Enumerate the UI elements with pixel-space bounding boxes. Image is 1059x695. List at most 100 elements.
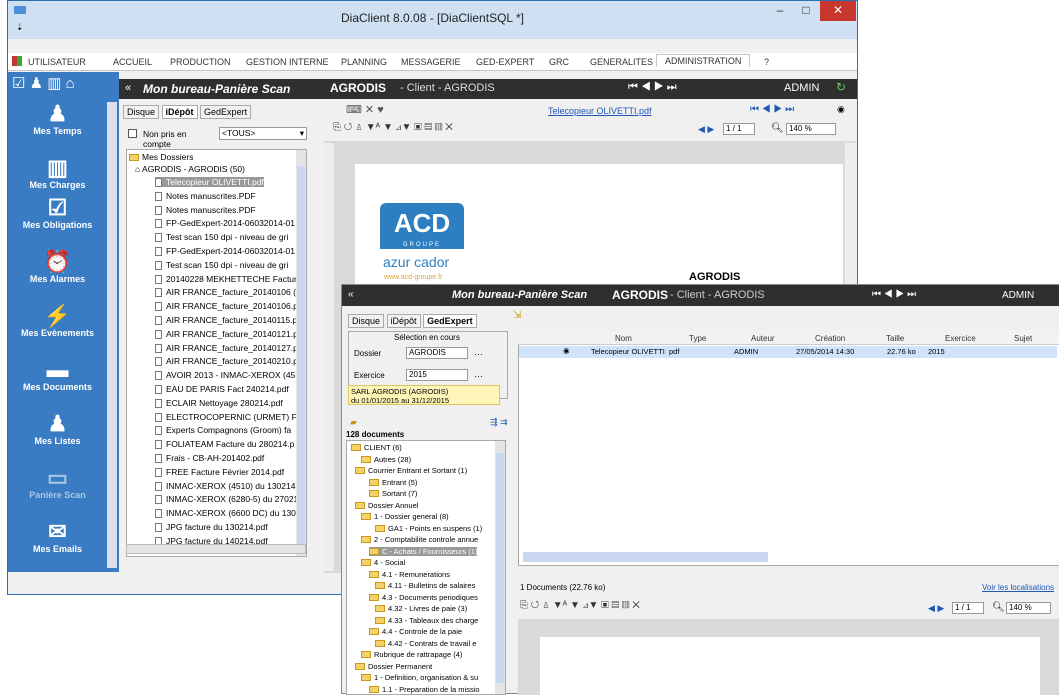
list-item[interactable]: Telecopieur OLIVETTI.pdf (155, 177, 264, 187)
tree-item[interactable]: 4.11 - Bulletins de salaires (375, 581, 475, 590)
tree-item[interactable]: Courrier Entrant et Sortant (1) (355, 466, 467, 475)
tree-item[interactable]: 4 - Social (361, 558, 405, 567)
tree-item[interactable]: CLIENT (6) (351, 443, 402, 452)
list-item[interactable]: INMAC-XEROX (6600 DC) du 1302 (155, 508, 301, 519)
menu-help[interactable]: ? (764, 57, 769, 67)
dossier-browse-button[interactable]: … (474, 347, 483, 357)
tab-idepot[interactable]: iDépôt (386, 314, 421, 328)
list-item[interactable]: AIR FRANCE_facture_20140106 (2 (155, 287, 301, 298)
viewer-left-scroll[interactable] (324, 143, 334, 571)
menu-planning[interactable]: PLANNING (341, 57, 387, 67)
add-document-icon[interactable]: ⇲ (513, 310, 521, 321)
list-item[interactable]: Test scan 150 dpi - niveau de gri (155, 260, 288, 270)
list-item[interactable]: AIR FRANCE_facture_20140127.p (155, 343, 298, 353)
list-item[interactable]: EAU DE PARIS Fact 240214.pdf (155, 384, 289, 394)
menu-ged-expert[interactable]: GED-EXPERT (476, 57, 534, 67)
table-row[interactable]: ◉ Telecopieur OLIVETTI pdf ADMIN 27/05/2… (519, 346, 1057, 358)
zoom-icon[interactable]: 🔍︎ (771, 123, 784, 134)
sidebar-item-emails[interactable]: ✉ Mes Emails (8, 520, 107, 555)
viewer-top-icons[interactable]: ⌨ ✕ ♥ (346, 103, 384, 116)
ged-tree-scrollbar[interactable] (495, 441, 505, 694)
zoom-select[interactable]: 140 % (786, 123, 836, 135)
sidebar-item-alarmes[interactable]: ⏰ Mes Alarmes (8, 250, 107, 285)
list-item[interactable]: Experts Compagnons (Groom) fa (155, 425, 291, 436)
col-sujet[interactable]: Sujet (1014, 334, 1032, 343)
list-item[interactable]: Notes manuscrites.PDF (155, 191, 256, 201)
menu-gestion-interne[interactable]: GESTION INTERNE (246, 57, 329, 67)
tree-item[interactable]: Entrant (5) (369, 478, 417, 487)
menu-utilisateur[interactable]: UTILISATEUR (28, 57, 86, 67)
list-item[interactable]: FOLIATEAM Facture du 280214.p (155, 439, 294, 450)
sidebar-item-listes[interactable]: ♟ Mes Listes (8, 412, 107, 447)
list-item[interactable]: JPG facture du 130214.pdf (155, 522, 268, 532)
list-item[interactable]: 20140228 MEKHETTECHE Facture (155, 274, 302, 284)
folder-action-icon[interactable]: ▰ (350, 417, 357, 428)
ged-zoom-select[interactable]: 140 % (1006, 602, 1051, 614)
list-item[interactable]: ELECTROCOPERNIC (URMET) Fact (155, 412, 306, 422)
sidebar-item-obligations[interactable]: ☑ Mes Obligations (8, 196, 107, 231)
tab-disque[interactable]: Disque (123, 105, 160, 119)
tree-item[interactable]: Autres (28) (361, 455, 411, 464)
grid-hscrollbar[interactable] (523, 552, 768, 562)
tree-client[interactable]: ⌂ AGRODIS - AGRODIS (50) (135, 164, 245, 174)
page-nav-icon[interactable]: ◀ ▶ (698, 124, 714, 135)
menu-accueil[interactable]: ACCUEIL (113, 57, 152, 67)
non-pris-checkbox[interactable] (128, 129, 137, 138)
refresh-icon[interactable]: ↻ (836, 80, 846, 94)
ged-viewer-toolbar-icons[interactable]: ⎘ ↺ ♙ ▼ᴬ ▼ ⊿▼ ▣ ▤ ▥ ✕ (520, 600, 640, 611)
ged-page-nav-icon[interactable]: ◀ ▶ (928, 603, 944, 614)
list-item[interactable]: Test scan 150 dpi - niveau de gri (155, 232, 288, 243)
list-item[interactable]: AIR FRANCE_facture_20140121.p (155, 329, 298, 339)
tree-item[interactable]: 4.3 - Documents periodiques (369, 593, 478, 602)
tree-item[interactable]: 4.42 - Contrats de travail e (375, 639, 476, 648)
list-item[interactable]: FP-GedExpert-2014-06032014-01 (155, 246, 295, 256)
tree-root[interactable]: Mes Dossiers (129, 152, 193, 162)
tree-item[interactable]: GA1 - Points en suspens (1) (375, 524, 482, 533)
menu-grc[interactable]: GRC (549, 57, 569, 67)
tree-item[interactable]: Dossier Permanent (355, 662, 432, 671)
sidebar-scrollbar[interactable] (107, 102, 117, 568)
list-item[interactable]: FP-GedExpert-2014-06032014-01 (155, 218, 295, 229)
tree-item[interactable]: 4.4 - Controle de la paie (369, 627, 462, 636)
sidebar-top-icons[interactable]: ☑ ♟ ▥ ⌂ (12, 74, 75, 92)
list-item[interactable]: AIR FRANCE_facture_20140210.p (155, 356, 298, 367)
tree-item[interactable]: C - Achats / Fournisseurs (1) (369, 546, 478, 556)
col-auteur[interactable]: Auteur (751, 334, 775, 343)
list-item[interactable]: Notes manuscrites.PDF (155, 205, 256, 215)
menu-administration[interactable]: ADMINISTRATION (656, 54, 751, 67)
expand-collapse-icons[interactable]: ⇶ ⇉ (490, 417, 508, 428)
app-menu-icon[interactable] (12, 56, 22, 66)
tab-gedexpert[interactable]: GedExpert (423, 314, 477, 328)
minimize-button[interactable]: – (768, 1, 792, 21)
list-item[interactable]: AIR FRANCE_facture_20140115.p (155, 315, 297, 325)
ged-zoom-icon[interactable]: 🔍︎ (992, 602, 1005, 613)
ged-record-nav-icons[interactable]: ⏮ ◀ ▶ ⏭ (872, 289, 916, 300)
sidebar-item-charges[interactable]: ▥ Mes Charges (8, 156, 107, 191)
exercice-browse-button[interactable]: … (474, 369, 483, 379)
page-field[interactable]: 1 / 1 (723, 123, 755, 135)
sidebar-item-temps[interactable]: ♟ Mes Temps (8, 102, 107, 137)
tree-item[interactable]: 4.1 - Remunerations (369, 570, 450, 579)
col-nom[interactable]: Nom (615, 334, 632, 343)
tree-hscrollbar[interactable] (126, 544, 306, 554)
eye-icon[interactable]: ◉ (837, 104, 845, 115)
collapse-icon[interactable]: « (348, 289, 354, 300)
sidebar-item-evenements[interactable]: ⚡ Mes Evènements (8, 304, 107, 339)
maximize-button[interactable]: □ (794, 1, 818, 21)
list-item[interactable]: Frais - CB-AH-201402.pdf (155, 453, 264, 463)
menu-generalites[interactable]: GENERALITES (590, 57, 653, 67)
sidebar-item-paniere-scan[interactable]: ▭ Panière Scan (8, 466, 107, 501)
ged-page-field[interactable]: 1 / 1 (952, 602, 984, 614)
tree-item[interactable]: 4.33 - Tableaux des charge (375, 616, 478, 625)
locations-link[interactable]: Voir les localisations (982, 583, 1054, 592)
col-exercice[interactable]: Exercice (945, 334, 976, 343)
list-item[interactable]: INMAC-XEROX (6280-5) du 27021 (155, 494, 298, 505)
doc-nav-icons[interactable]: ⏮ ◀ ▶ ⏭ (750, 104, 794, 115)
tree-item[interactable]: Sortant (7) (369, 489, 417, 498)
exercice-input[interactable]: 2015 (406, 369, 468, 381)
tab-gedexpert[interactable]: GedExpert (200, 105, 252, 119)
tree-item[interactable]: 1 - Definition, organisation & su (361, 673, 478, 682)
tree-item[interactable]: 2 - Comptabilite controle annue (361, 535, 478, 544)
col-creation[interactable]: Création (815, 334, 845, 343)
menu-production[interactable]: PRODUCTION (170, 57, 231, 67)
